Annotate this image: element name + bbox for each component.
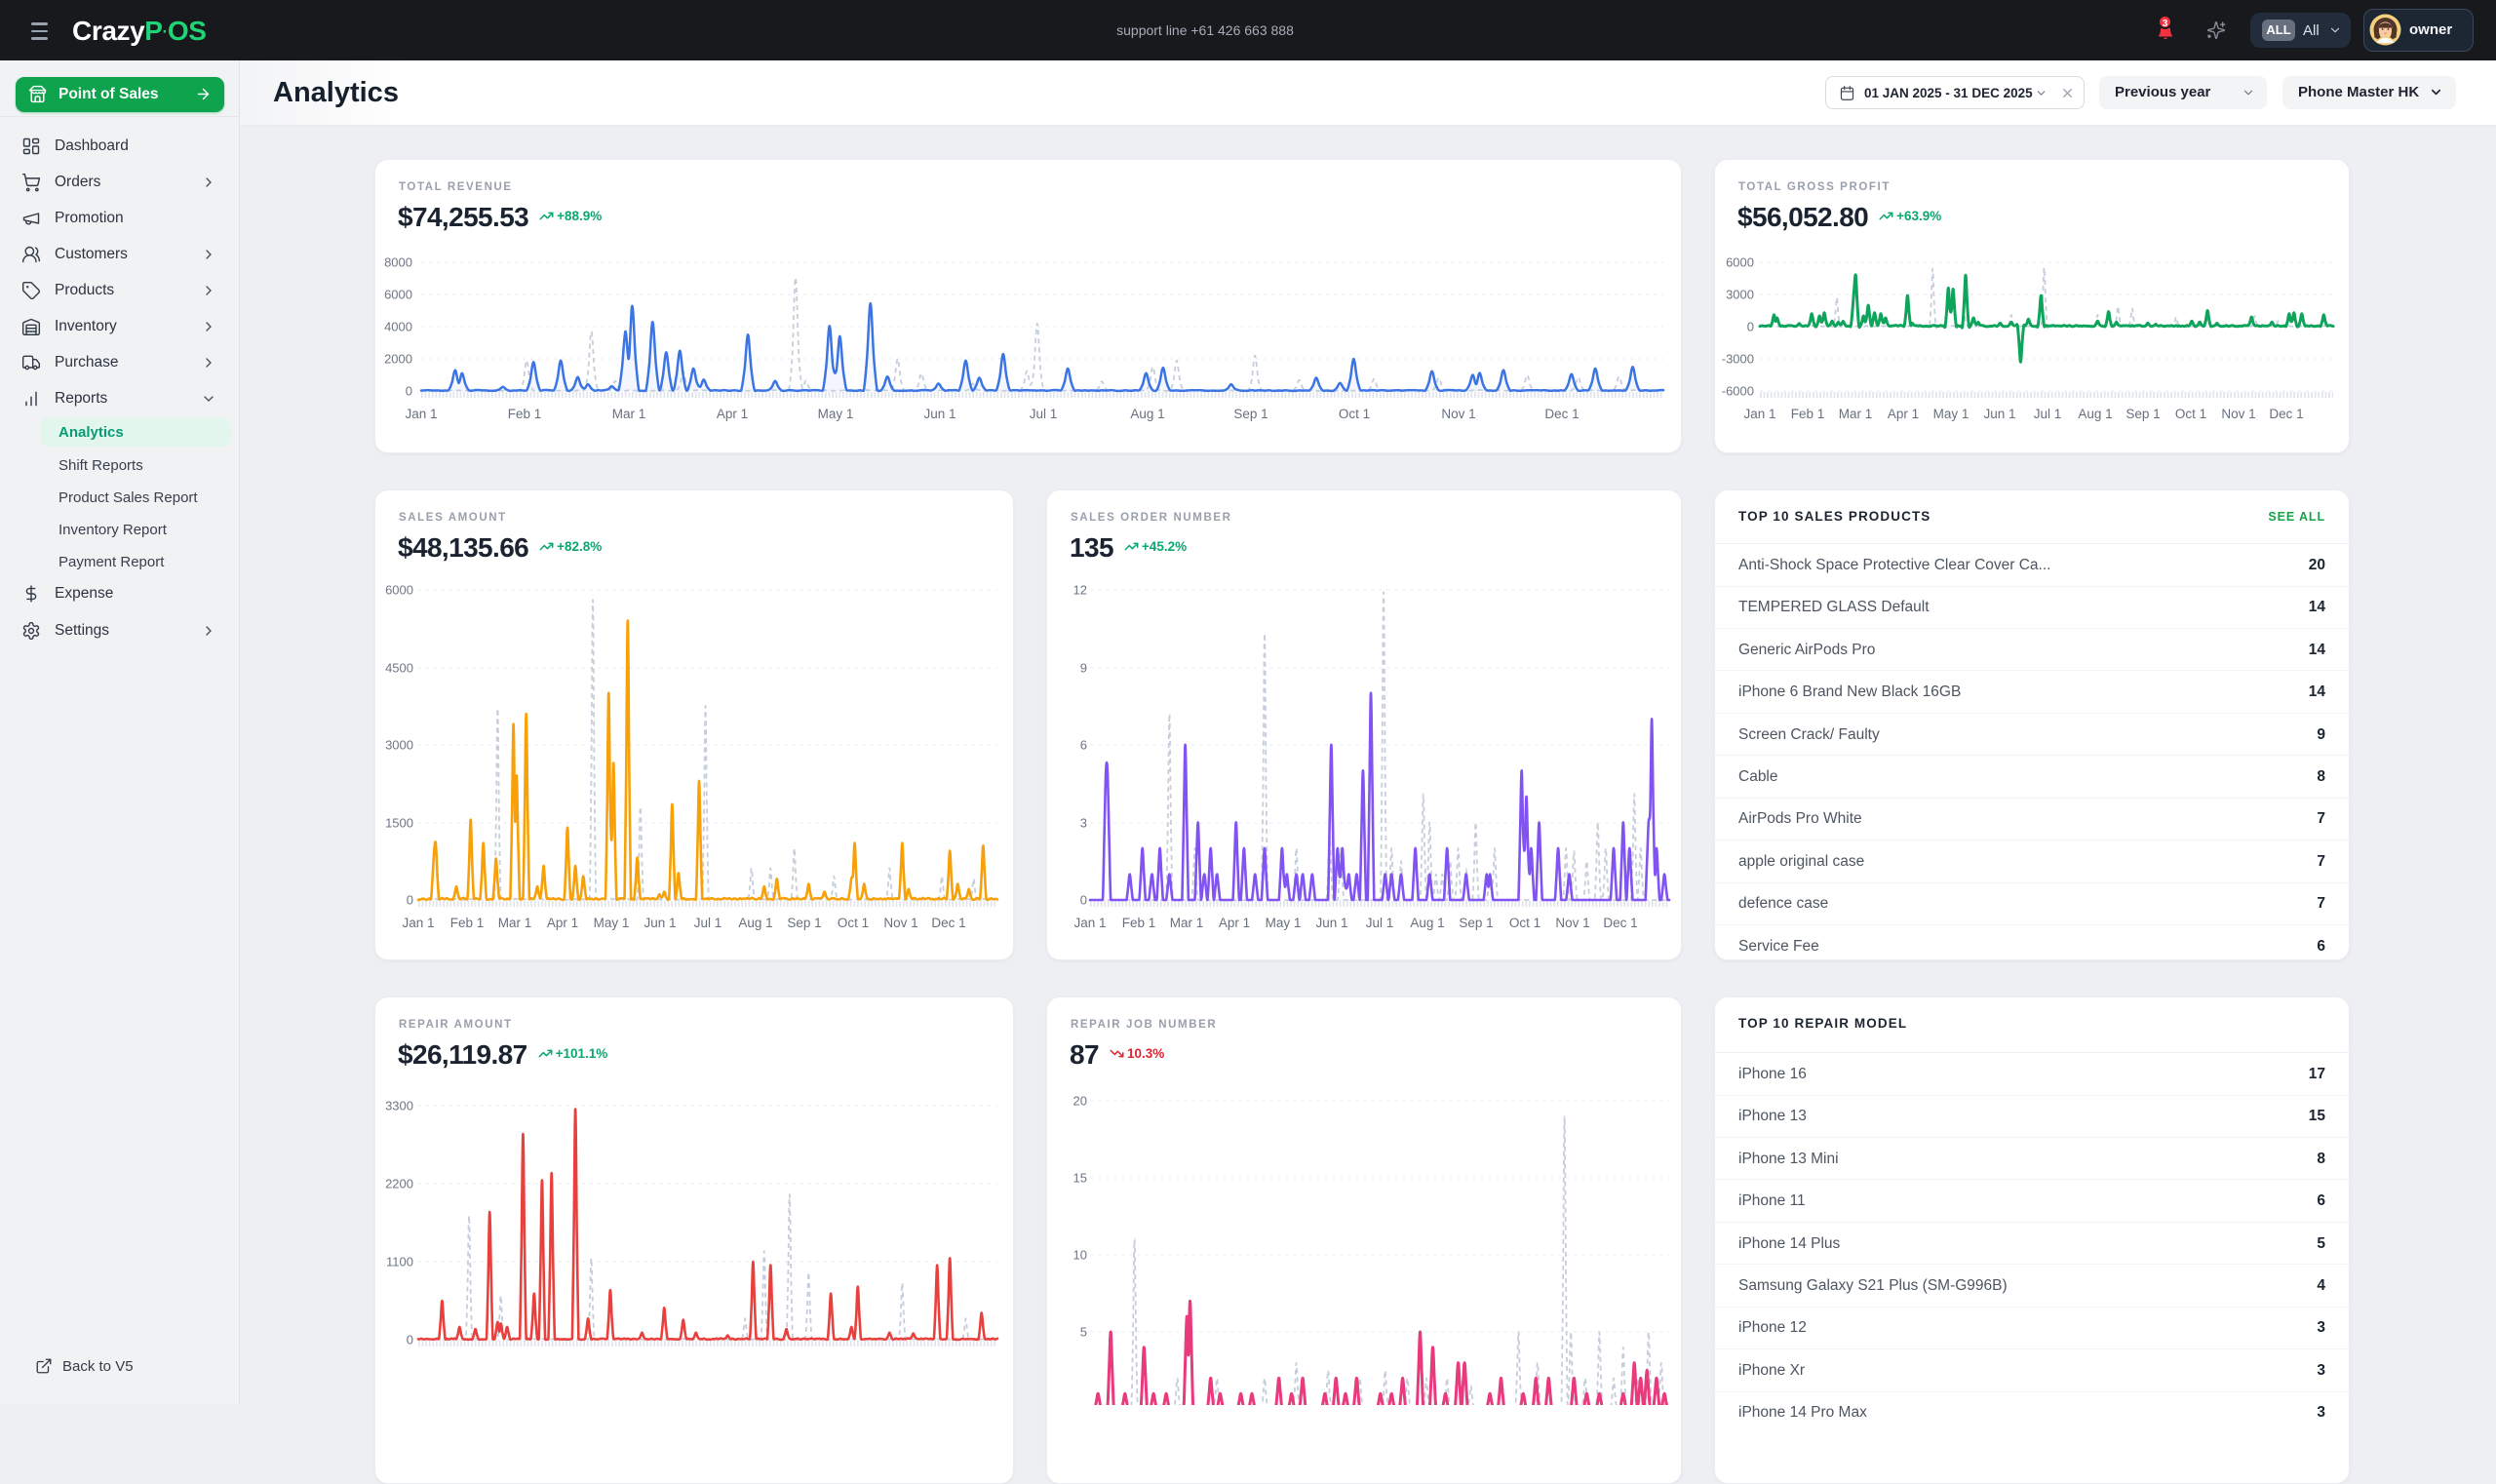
svg-text:Dec 1: Dec 1	[1544, 407, 1579, 421]
svg-text:May 1: May 1	[818, 407, 854, 421]
svg-text:Apr 1: Apr 1	[547, 916, 578, 930]
svg-text:Nov 1: Nov 1	[2221, 407, 2255, 421]
svg-text:Jul 1: Jul 1	[2034, 407, 2062, 421]
svg-text:Oct 1: Oct 1	[1509, 916, 1540, 930]
svg-text:20: 20	[1073, 1094, 1087, 1109]
svg-text:-6000: -6000	[1722, 384, 1754, 399]
svg-text:3: 3	[1080, 816, 1087, 831]
svg-text:9: 9	[1080, 661, 1087, 676]
svg-text:Feb 1: Feb 1	[1791, 407, 1825, 421]
svg-text:0: 0	[407, 893, 413, 908]
svg-text:Oct 1: Oct 1	[838, 916, 869, 930]
svg-text:12: 12	[1073, 583, 1087, 598]
svg-text:Apr 1: Apr 1	[1219, 916, 1250, 930]
svg-text:6000: 6000	[384, 288, 412, 302]
svg-text:Mar 1: Mar 1	[1170, 916, 1204, 930]
svg-text:Aug 1: Aug 1	[1410, 916, 1444, 930]
svg-text:6000: 6000	[1726, 255, 1754, 270]
svg-text:-3000: -3000	[1722, 352, 1754, 367]
svg-text:Mar 1: Mar 1	[612, 407, 646, 421]
svg-text:Jan 1: Jan 1	[1743, 407, 1775, 421]
svg-text:1500: 1500	[385, 816, 413, 831]
svg-text:Feb 1: Feb 1	[1122, 916, 1156, 930]
svg-text:Jan 1: Jan 1	[1073, 916, 1106, 930]
svg-text:15: 15	[1073, 1171, 1087, 1186]
svg-text:Feb 1: Feb 1	[450, 916, 485, 930]
svg-text:8000: 8000	[384, 255, 412, 270]
svg-text:Sep 1: Sep 1	[787, 916, 821, 930]
svg-text:Nov 1: Nov 1	[1555, 916, 1589, 930]
svg-text:Sep 1: Sep 1	[1233, 407, 1268, 421]
svg-text:Aug 1: Aug 1	[2078, 407, 2112, 421]
svg-text:Jun 1: Jun 1	[923, 407, 956, 421]
svg-text:1100: 1100	[386, 1255, 413, 1269]
svg-text:Sep 1: Sep 1	[1459, 916, 1493, 930]
svg-text:Mar 1: Mar 1	[498, 916, 532, 930]
svg-text:0: 0	[407, 1333, 413, 1347]
svg-text:Oct 1: Oct 1	[2175, 407, 2206, 421]
svg-text:2000: 2000	[384, 352, 412, 367]
svg-text:Nov 1: Nov 1	[1441, 407, 1475, 421]
svg-text:3300: 3300	[385, 1099, 413, 1113]
svg-text:Nov 1: Nov 1	[883, 916, 917, 930]
svg-text:6: 6	[1080, 738, 1087, 753]
svg-text:Apr 1: Apr 1	[1888, 407, 1919, 421]
svg-text:Mar 1: Mar 1	[1839, 407, 1873, 421]
svg-text:4500: 4500	[385, 661, 413, 676]
svg-text:Oct 1: Oct 1	[1339, 407, 1370, 421]
svg-text:6000: 6000	[385, 583, 413, 598]
svg-text:May 1: May 1	[1266, 916, 1302, 930]
svg-text:Jul 1: Jul 1	[1366, 916, 1394, 930]
svg-text:5: 5	[1080, 1325, 1087, 1340]
svg-text:Jul 1: Jul 1	[1030, 407, 1058, 421]
svg-text:Aug 1: Aug 1	[738, 916, 772, 930]
svg-text:Jun 1: Jun 1	[644, 916, 676, 930]
svg-text:Sep 1: Sep 1	[2126, 407, 2160, 421]
svg-text:3000: 3000	[385, 738, 413, 753]
svg-text:10: 10	[1073, 1248, 1087, 1263]
svg-text:Jun 1: Jun 1	[1315, 916, 1347, 930]
svg-text:3000: 3000	[1726, 288, 1754, 302]
svg-text:0: 0	[1747, 320, 1754, 334]
svg-text:May 1: May 1	[594, 916, 630, 930]
svg-text:4000: 4000	[384, 320, 412, 334]
svg-text:2200: 2200	[385, 1177, 413, 1191]
svg-text:Jan 1: Jan 1	[405, 407, 437, 421]
svg-text:Dec 1: Dec 1	[931, 916, 965, 930]
svg-text:Jul 1: Jul 1	[694, 916, 722, 930]
svg-text:Dec 1: Dec 1	[1603, 916, 1637, 930]
svg-text:0: 0	[1080, 893, 1087, 908]
svg-text:Jan 1: Jan 1	[402, 916, 434, 930]
svg-text:Feb 1: Feb 1	[508, 407, 542, 421]
svg-text:Apr 1: Apr 1	[717, 407, 748, 421]
svg-text:Jun 1: Jun 1	[1983, 407, 2015, 421]
svg-text:Aug 1: Aug 1	[1130, 407, 1164, 421]
svg-text:May 1: May 1	[1933, 407, 1970, 421]
svg-text:Dec 1: Dec 1	[2269, 407, 2303, 421]
svg-text:0: 0	[406, 384, 412, 399]
